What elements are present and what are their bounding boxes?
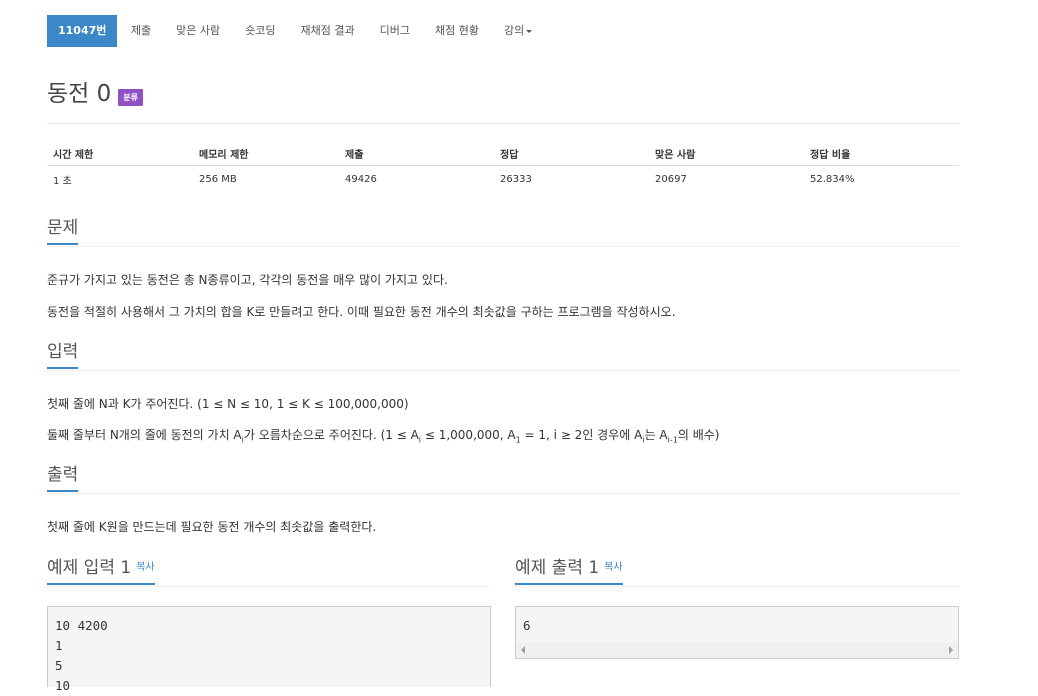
section-output-heading: 출력 [47,463,79,492]
value-solved-users: 20697 [655,173,687,185]
nav-lecture-label: 강의 [503,24,525,37]
nav-rejudge-results[interactable]: 재채점 결과 [288,15,367,47]
nav-short-coding[interactable]: 숏코딩 [233,15,288,47]
value-accepted: 26333 [500,173,532,185]
sample-input-title: 예제 입력 1 [47,558,132,578]
category-badge[interactable]: 분류 [118,88,143,106]
sample-output-title: 예제 출력 1 [515,558,600,578]
title-divider [47,123,959,124]
nav-judge-status[interactable]: 채점 현황 [422,15,491,47]
section-input-heading: 입력 [47,340,79,369]
sample-output-text: 6 [523,618,531,633]
problem-title: 동전 0 [47,81,112,107]
section-input-header: 입력 [47,340,959,371]
caret-down-icon [526,29,533,33]
sample-output-heading: 예제 출력 1 복사 [515,556,623,585]
copy-sample-output-button[interactable]: 복사 [604,562,622,573]
problem-title-row: 동전 0 분류 [47,78,143,110]
value-memory-limit: 256 MB [199,173,237,185]
value-accept-ratio: 52.834% [810,173,855,185]
section-output-header: 출력 [47,463,959,494]
input-description-line-2: 둘째 줄부터 N개의 줄에 동전의 가치 Ai가 오름차순으로 주어진다. (1… [47,428,720,445]
problem-nav: 11047번 제출 맞은 사람 숏코딩 재채점 결과 디버그 채점 현황 강의 [47,15,545,47]
info-header-row: 시간 제한 메모리 제한 제출 정답 맞은 사람 정답 비율 [47,141,959,166]
input-description-line-1: 첫째 줄에 N과 K가 주어진다. (1 ≤ N ≤ 10, 1 ≤ K ≤ 1… [47,397,409,411]
value-submissions: 49426 [345,173,377,185]
nav-lecture-dropdown[interactable]: 강의 [491,15,544,47]
scroll-left-arrow-icon[interactable] [521,646,525,654]
nav-solved-users[interactable]: 맞은 사람 [164,15,233,47]
problem-description-line-2: 동전을 적절히 사용해서 그 가치의 합을 K로 만들려고 한다. 이때 필요한… [47,305,676,319]
header-time-limit: 시간 제한 [47,141,193,166]
sample-input-text: 10 4200 1 5 10 [55,618,108,693]
nav-debug[interactable]: 디버그 [367,15,422,47]
header-memory-limit: 메모리 제한 [193,141,339,166]
value-time-limit: 1 초 [53,175,72,187]
problem-description-line-1: 준규가 가지고 있는 동전은 총 N종류이고, 각각의 동전을 매우 많이 가지… [47,273,448,287]
header-submissions: 제출 [339,141,494,166]
sample-output-header: 예제 출력 1 복사 [515,556,959,587]
sample-output-box[interactable]: 6 [515,606,959,659]
header-accept-ratio: 정답 비율 [804,141,959,166]
problem-info-table: 시간 제한 메모리 제한 제출 정답 맞은 사람 정답 비율 1 초 256 M… [47,141,959,192]
output-description-line: 첫째 줄에 K원을 만드는데 필요한 동전 개수의 최솟값을 출력한다. [47,520,377,534]
header-accepted: 정답 [494,141,649,166]
nav-submit[interactable]: 제출 [118,15,163,47]
horizontal-scrollbar[interactable] [516,642,958,658]
sample-input-box[interactable]: 10 4200 1 5 10 [47,606,491,693]
header-solved-users: 맞은 사람 [649,141,804,166]
sample-input-heading: 예제 입력 1 복사 [47,556,155,585]
section-problem-heading: 문제 [47,216,79,245]
sample-input-header: 예제 입력 1 복사 [47,556,492,587]
section-problem-header: 문제 [47,216,959,247]
info-value-row: 1 초 256 MB 49426 26333 20697 52.834% [47,166,959,193]
scroll-right-arrow-icon[interactable] [949,646,953,654]
nav-problem-number[interactable]: 11047번 [47,15,118,47]
copy-sample-input-button[interactable]: 복사 [136,562,154,573]
